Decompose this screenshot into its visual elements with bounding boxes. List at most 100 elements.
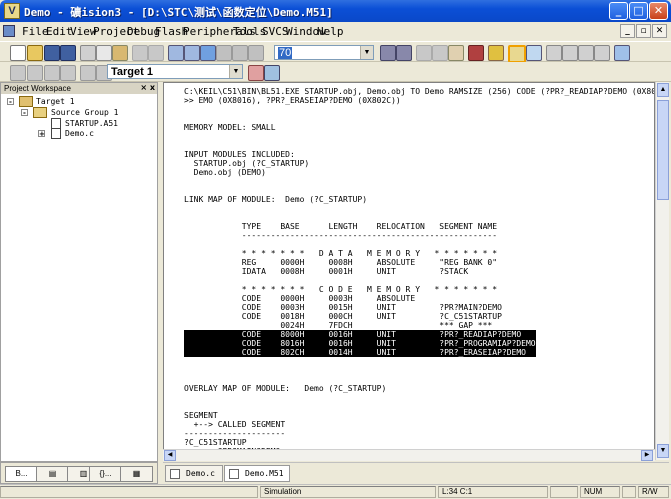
window-layout-icon[interactable] <box>508 45 526 63</box>
highlighted-line: CODE 8016H 0016H UNIT ?PR?_PROGRAMIAP?DE… <box>184 339 536 348</box>
tree-target[interactable]: Target 1 <box>36 97 75 107</box>
menu-svcs[interactable]: SVCS <box>262 25 289 38</box>
breakpoint-clear-icon[interactable] <box>578 45 594 61</box>
workspace-title: Project Workspace <box>4 84 71 93</box>
find-combo[interactable]: 70 ▼ <box>274 45 374 60</box>
code-line: * * * * * * * D A T A M E M O R Y * * * … <box>184 249 498 258</box>
target-value: Target 1 <box>111 66 153 78</box>
doc-tab-demo-c[interactable]: Demo.c <box>165 465 223 482</box>
status-bar: Simulation L:34 C:1 NUM R/W <box>0 484 671 499</box>
download-icon[interactable] <box>80 65 96 81</box>
scroll-thumb[interactable] <box>657 100 669 200</box>
copy-icon[interactable] <box>96 45 112 61</box>
paste-icon[interactable] <box>112 45 128 61</box>
browse-icon[interactable] <box>448 45 464 61</box>
folder-icon <box>33 107 47 118</box>
code-line: Demo.obj (DEMO) <box>184 168 266 177</box>
indent-icon[interactable] <box>168 45 184 61</box>
code-line: OVERLAY MAP OF MODULE: Demo (?C_STARTUP) <box>184 384 387 393</box>
code-line: TYPE BASE LENGTH RELOCATION SEGMENT NAME <box>184 222 498 231</box>
bookmark-clear-icon[interactable] <box>248 45 264 61</box>
stop-build-icon[interactable] <box>60 65 76 81</box>
save-icon[interactable] <box>44 45 60 61</box>
debug-icon[interactable] <box>488 45 504 61</box>
config-icon[interactable] <box>614 45 630 61</box>
menu-edit[interactable]: Edit <box>46 25 73 38</box>
breakpoint-icon[interactable] <box>562 45 578 61</box>
tab-functions[interactable]: {}... <box>89 466 122 482</box>
toolbar-build: Target 1 ▼ <box>0 62 671 82</box>
code-line: +--> CALLED SEGMENT <box>184 420 286 429</box>
expand-file-icon[interactable]: + <box>38 130 45 138</box>
horizontal-scrollbar[interactable]: ◀ ▶ <box>163 449 655 461</box>
tab-registers[interactable]: ▤ <box>36 466 69 482</box>
tree-file-startup[interactable]: STARTUP.A51 <box>65 119 118 129</box>
tab-functions-label: {}... <box>99 469 112 478</box>
code-line: CODE 8016H 0016H UNIT ?PR?_PROGRAMIAP?DE… <box>184 339 536 348</box>
menu-help[interactable]: Help <box>317 25 344 38</box>
doc-tab-demo-m51[interactable]: Demo.M51 <box>224 465 290 482</box>
code-line: CODE 802CH 0014H UNIT ?PR?_ERASEIAP?DEMO <box>184 348 526 357</box>
scroll-up-icon[interactable]: ▲ <box>657 83 669 97</box>
target-options-icon[interactable] <box>248 65 264 81</box>
new-file-icon[interactable] <box>10 45 26 61</box>
cut-icon[interactable] <box>80 45 96 61</box>
maximize-button[interactable]: □ <box>629 2 648 20</box>
breakpoint-disable-icon[interactable] <box>594 45 610 61</box>
redo-icon[interactable] <box>148 45 164 61</box>
mdi-close-button[interactable]: ✕ <box>652 24 667 38</box>
find-value: 70 <box>278 47 293 59</box>
editor-pane[interactable]: C:\KEIL\C51\BIN\BL51.EXE STARTUP.obj, De… <box>163 82 655 460</box>
scroll-down-icon[interactable]: ▼ <box>657 444 669 458</box>
app-icon: V <box>4 3 20 19</box>
rebuild-icon[interactable] <box>44 65 60 81</box>
scroll-right-icon[interactable]: ▶ <box>641 450 653 461</box>
workspace-tabs: B... ▤ ▥ {}... ▦ <box>0 462 158 484</box>
target-select[interactable]: Target 1 ▼ <box>107 64 243 79</box>
bookmark-icon[interactable] <box>200 45 216 61</box>
workspace-header: Project Workspace × x <box>1 83 157 94</box>
find-in-files-icon[interactable] <box>396 45 412 61</box>
undo-icon[interactable] <box>132 45 148 61</box>
tree-group[interactable]: Source Group 1 <box>51 108 118 118</box>
code-line: >> EMO (0X8016), ?PR?_ERASEIAP?DEMO (0X8… <box>184 96 401 105</box>
menu-file[interactable]: File <box>22 25 49 38</box>
chevron-down-icon[interactable]: ▼ <box>229 65 242 78</box>
vertical-scrollbar[interactable]: ▲ ▼ <box>655 82 669 460</box>
compile-icon[interactable] <box>10 65 26 81</box>
back-icon[interactable] <box>416 45 432 61</box>
code-line: CODE 0000H 0003H ABSOLUTE <box>184 294 416 303</box>
find-icon[interactable] <box>380 45 396 61</box>
bookmark-next-icon[interactable] <box>232 45 248 61</box>
window-split-icon[interactable] <box>526 45 542 61</box>
open-folder-icon[interactable] <box>27 45 43 61</box>
status-rw: R/W <box>638 486 669 498</box>
components-icon[interactable] <box>264 65 280 81</box>
forward-icon[interactable] <box>432 45 448 61</box>
close-icon[interactable]: × x <box>140 83 155 92</box>
unindent-icon[interactable] <box>184 45 200 61</box>
code-line: INPUT MODULES INCLUDED: <box>184 150 295 159</box>
mdi-minimize-button[interactable]: _ <box>620 24 635 38</box>
status-scrl <box>622 486 636 498</box>
expand-group-icon[interactable]: - <box>21 109 28 117</box>
print-icon[interactable] <box>468 45 484 61</box>
bookmark-prev-icon[interactable] <box>216 45 232 61</box>
menu-bar: File Edit View Project Debug Flash Perip… <box>0 22 671 41</box>
highlighted-line: CODE 8000H 0016H UNIT ?PR?_READIAP?DEMO <box>184 330 536 339</box>
scroll-left-icon[interactable]: ◀ <box>164 450 176 461</box>
close-button[interactable]: ✕ <box>649 2 668 20</box>
build-icon[interactable] <box>27 65 43 81</box>
tab-templates[interactable]: ▦ <box>120 466 153 482</box>
tab-files[interactable]: B... <box>5 466 38 482</box>
tree-file-demo[interactable]: Demo.c <box>65 129 94 139</box>
chevron-down-icon[interactable]: ▼ <box>360 46 373 59</box>
mdi-restore-button[interactable]: ▫ <box>636 24 651 38</box>
document-icon[interactable] <box>3 25 15 37</box>
code-line: ?C_C51STARTUP <box>184 438 247 447</box>
expand-target-icon[interactable]: - <box>7 98 14 106</box>
save-all-icon[interactable] <box>60 45 76 61</box>
tab-files-label: B... <box>15 469 28 478</box>
hand-icon[interactable] <box>546 45 562 61</box>
minimize-button[interactable]: _ <box>609 2 628 20</box>
